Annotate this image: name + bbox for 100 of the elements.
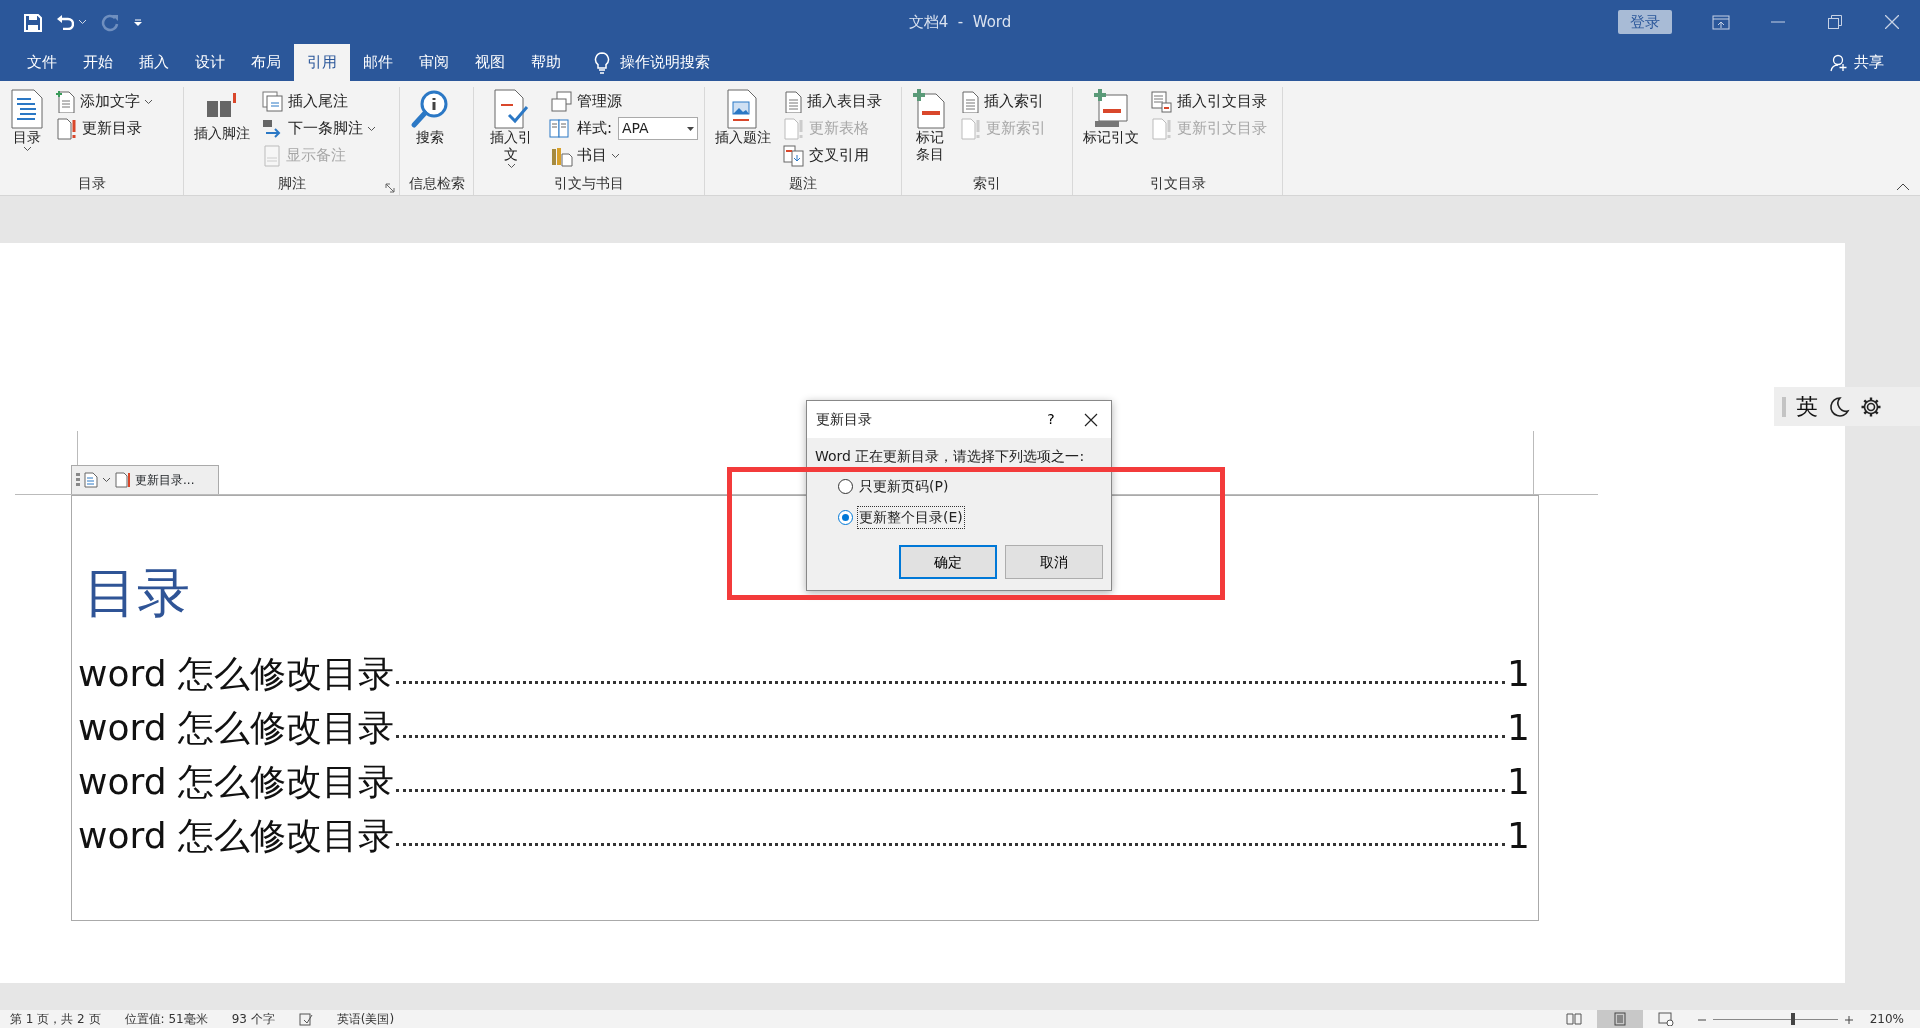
- ribbon-button[interactable]: 添加文字: [54, 89, 155, 114]
- ribbon-tab[interactable]: 开始: [70, 44, 126, 81]
- ribbon-button[interactable]: 插入表目录: [781, 89, 884, 114]
- document-exclamation-icon: [783, 117, 805, 140]
- caret-icon: [367, 125, 376, 132]
- ribbon-button[interactable]: 标记引文: [1079, 87, 1143, 173]
- settings-icon[interactable]: [1860, 395, 1882, 418]
- word-count[interactable]: 93 个字: [231, 1010, 275, 1028]
- toc-entry[interactable]: word 怎么修改目录: [78, 647, 394, 701]
- undo-button[interactable]: [56, 14, 87, 30]
- page-number: 1: [1507, 814, 1530, 858]
- view-button[interactable]: [1596, 1010, 1643, 1028]
- style-dropdown[interactable]: APA: [618, 117, 698, 140]
- ribbon-button[interactable]: 插入引文目录: [1149, 89, 1269, 114]
- update-toc-button[interactable]: 更新目录...: [115, 471, 195, 489]
- document-lines-icon: [960, 90, 980, 113]
- undo-icon: [56, 14, 74, 30]
- ribbon-display-icon: [1711, 14, 1730, 30]
- ribbon-button[interactable]: 更新目录: [54, 116, 155, 141]
- ribbon-button[interactable]: 插入索引: [958, 89, 1048, 114]
- ribbon-tab[interactable]: 文件: [14, 44, 70, 81]
- restore-icon: [1827, 15, 1842, 29]
- ribbon-tab[interactable]: 审阅: [406, 44, 462, 81]
- group-label: 索引: [973, 174, 1001, 193]
- language-indicator[interactable]: 英语(美国): [336, 1010, 395, 1028]
- dialog-message: Word 正在更新目录，请选择下列选项之一:: [814, 447, 1086, 466]
- grip-icon: [76, 473, 80, 487]
- style-label: 样式:: [575, 118, 613, 140]
- minimize-icon: [1770, 21, 1785, 23]
- document-exclamation-icon: [115, 472, 131, 488]
- page-count: 第 1 页，共 2 页: [10, 1011, 101, 1028]
- sign-in-button[interactable]: 登录: [1618, 9, 1672, 35]
- caret-icon: [610, 152, 620, 159]
- caret-icon: [133, 18, 143, 27]
- caret-icon: [22, 145, 32, 152]
- option-label[interactable]: 更新整个目录(E): [857, 506, 965, 529]
- zoom-level[interactable]: 210%: [1869, 1010, 1904, 1028]
- lightbulb-icon: [594, 51, 610, 74]
- ribbon-button[interactable]: 搜索: [406, 87, 454, 173]
- share-button[interactable]: 共享: [1824, 44, 1890, 81]
- toc-entry[interactable]: word 怎么修改目录: [78, 809, 394, 863]
- page-number: 1: [1507, 706, 1530, 750]
- dialog-launcher-icon[interactable]: [385, 183, 395, 193]
- radio-button[interactable]: [838, 479, 853, 494]
- toc-entry[interactable]: word 怎么修改目录: [78, 701, 394, 755]
- ribbon-button[interactable]: 管理源: [548, 89, 698, 114]
- group-label: 脚注: [277, 174, 306, 193]
- moon-icon[interactable]: [1828, 395, 1850, 418]
- collapse-ribbon-icon[interactable]: [1896, 183, 1910, 191]
- input-mode-toggle[interactable]: 英: [1796, 390, 1818, 423]
- redo-icon: [101, 13, 119, 32]
- ribbon-button[interactable]: 交叉引用: [781, 143, 884, 168]
- stacked-pages-icon: [262, 90, 284, 113]
- ribbon-tab[interactable]: 插入: [126, 44, 182, 81]
- ribbon-button[interactable]: 目录: [6, 87, 48, 173]
- ribbon-button[interactable]: 标记条目: [908, 87, 952, 173]
- caret-icon: [506, 162, 516, 169]
- ribbon-tab[interactable]: 布局: [238, 44, 294, 81]
- picture-document-icon: [726, 89, 760, 129]
- page-number: 1: [1507, 760, 1530, 804]
- radio-button[interactable]: [838, 510, 853, 525]
- grip-icon: [1782, 396, 1786, 417]
- caret-icon: [144, 98, 153, 105]
- document-lines-icon: [783, 90, 803, 113]
- ribbon-tab[interactable]: 设计: [182, 44, 238, 81]
- ribbon-tab[interactable]: 帮助: [518, 44, 574, 81]
- ribbon-tab[interactable]: 引用: [294, 44, 350, 81]
- document-lines-icon: [84, 472, 98, 488]
- dialog-button[interactable]: 确定: [899, 545, 997, 579]
- dialog-button[interactable]: 取消: [1005, 545, 1103, 579]
- ribbon-button[interactable]: 下一条脚注: [260, 116, 378, 141]
- document-plus-icon: [56, 90, 76, 113]
- ribbon-button[interactable]: 插入引文: [480, 87, 543, 173]
- option-label[interactable]: 只更新页码(P): [857, 475, 951, 498]
- print-layout-icon: [1611, 1012, 1628, 1026]
- ribbon-button[interactable]: 插入题注: [711, 87, 775, 173]
- document-check-icon: [493, 89, 530, 129]
- ribbon-button[interactable]: 插入脚注: [190, 87, 254, 173]
- caret-icon: [687, 126, 694, 131]
- slider-thumb[interactable]: [1790, 1013, 1795, 1025]
- ribbon-tab[interactable]: 邮件: [350, 44, 406, 81]
- toc-menu-button[interactable]: [84, 472, 111, 488]
- document-lines-icon: [1151, 90, 1173, 113]
- tell-me-search[interactable]: 操作说明搜索: [620, 51, 710, 74]
- ribbon-tab[interactable]: 视图: [462, 44, 518, 81]
- dialog-title: 更新目录: [816, 410, 873, 429]
- window-title: 文档4 - Word: [908, 11, 1012, 33]
- close-icon: [1084, 412, 1098, 427]
- ribbon-button[interactable]: 书目: [548, 143, 698, 168]
- document-lines-icon: [10, 89, 44, 129]
- help-button[interactable]: ?: [1031, 404, 1071, 435]
- ribbon-button[interactable]: 插入尾注: [260, 89, 378, 114]
- document-plus-minus-icon: [912, 89, 948, 129]
- save-icon: [24, 13, 42, 32]
- toc-entry[interactable]: word 怎么修改目录: [78, 755, 394, 809]
- toc-heading: 目录: [84, 563, 190, 623]
- document-icon: [262, 144, 282, 167]
- proofing-icon[interactable]: [298, 1012, 313, 1026]
- page-number: 1: [1507, 652, 1530, 696]
- document-exclamation-icon: [1151, 117, 1173, 140]
